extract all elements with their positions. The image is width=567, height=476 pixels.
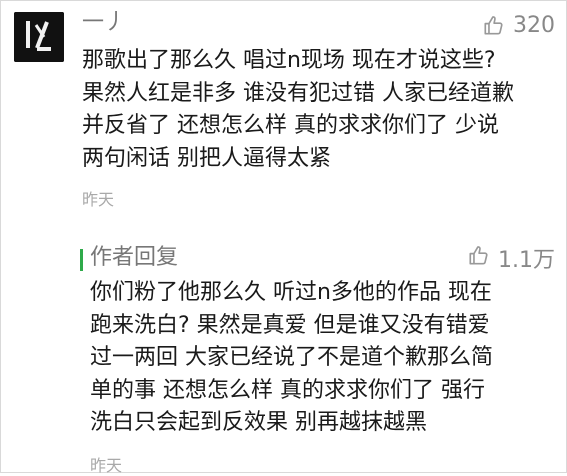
comment-line: 并反省了 还想怎么样 真的求求你们了 少说 <box>82 113 499 138</box>
reply-accent-bar <box>80 249 83 271</box>
comment-line: 两句闲话 别把人逼得太紧 <box>82 145 331 171</box>
thumbs-up-icon <box>468 244 490 272</box>
comment-username[interactable]: 一丿 <box>82 8 126 38</box>
reply-line: 单的事 还想怎么样 真的求求你们了 强行 <box>90 377 485 403</box>
reply-line: 你们粉了他那么久 听过n多他的作品 现在 <box>90 280 492 305</box>
reply-line: 洗白只会起到反效果 别再越抹越黑 <box>90 410 427 435</box>
avatar[interactable] <box>14 12 64 62</box>
comment-like-button[interactable]: 320 <box>483 10 555 40</box>
reply-timestamp: 昨天 <box>90 456 123 475</box>
reply-body: 你们粉了他那么久 听过n多他的作品 现在 跑来洗白? 果然是真爱 但是谁又没有错… <box>90 277 550 440</box>
reply-line: 跑来洗白? 果然是真爱 但是谁又没有错爱 <box>90 312 490 338</box>
comment-body: 那歌出了那么久 唱过n现场 现在才说这些? 果然人红是非多 谁没有犯过错 人家已… <box>82 45 552 175</box>
comment-line: 那歌出了那么久 唱过n现场 现在才说这些? <box>82 48 496 73</box>
reply-like-count: 1.1万 <box>498 248 555 273</box>
thumbs-up-icon <box>483 14 505 36</box>
reply-like-button[interactable]: 1.1万 <box>468 243 555 273</box>
comment-line: 果然人红是非多 谁没有犯过错 人家已经道歉 <box>82 80 514 106</box>
comment-timestamp: 昨天 <box>82 190 115 209</box>
comment-like-count: 320 <box>513 12 555 38</box>
reply-line: 过一两回 大家已经说了不是道个歉那么简 <box>90 345 493 370</box>
author-reply-label: 作者回复 <box>90 245 179 270</box>
